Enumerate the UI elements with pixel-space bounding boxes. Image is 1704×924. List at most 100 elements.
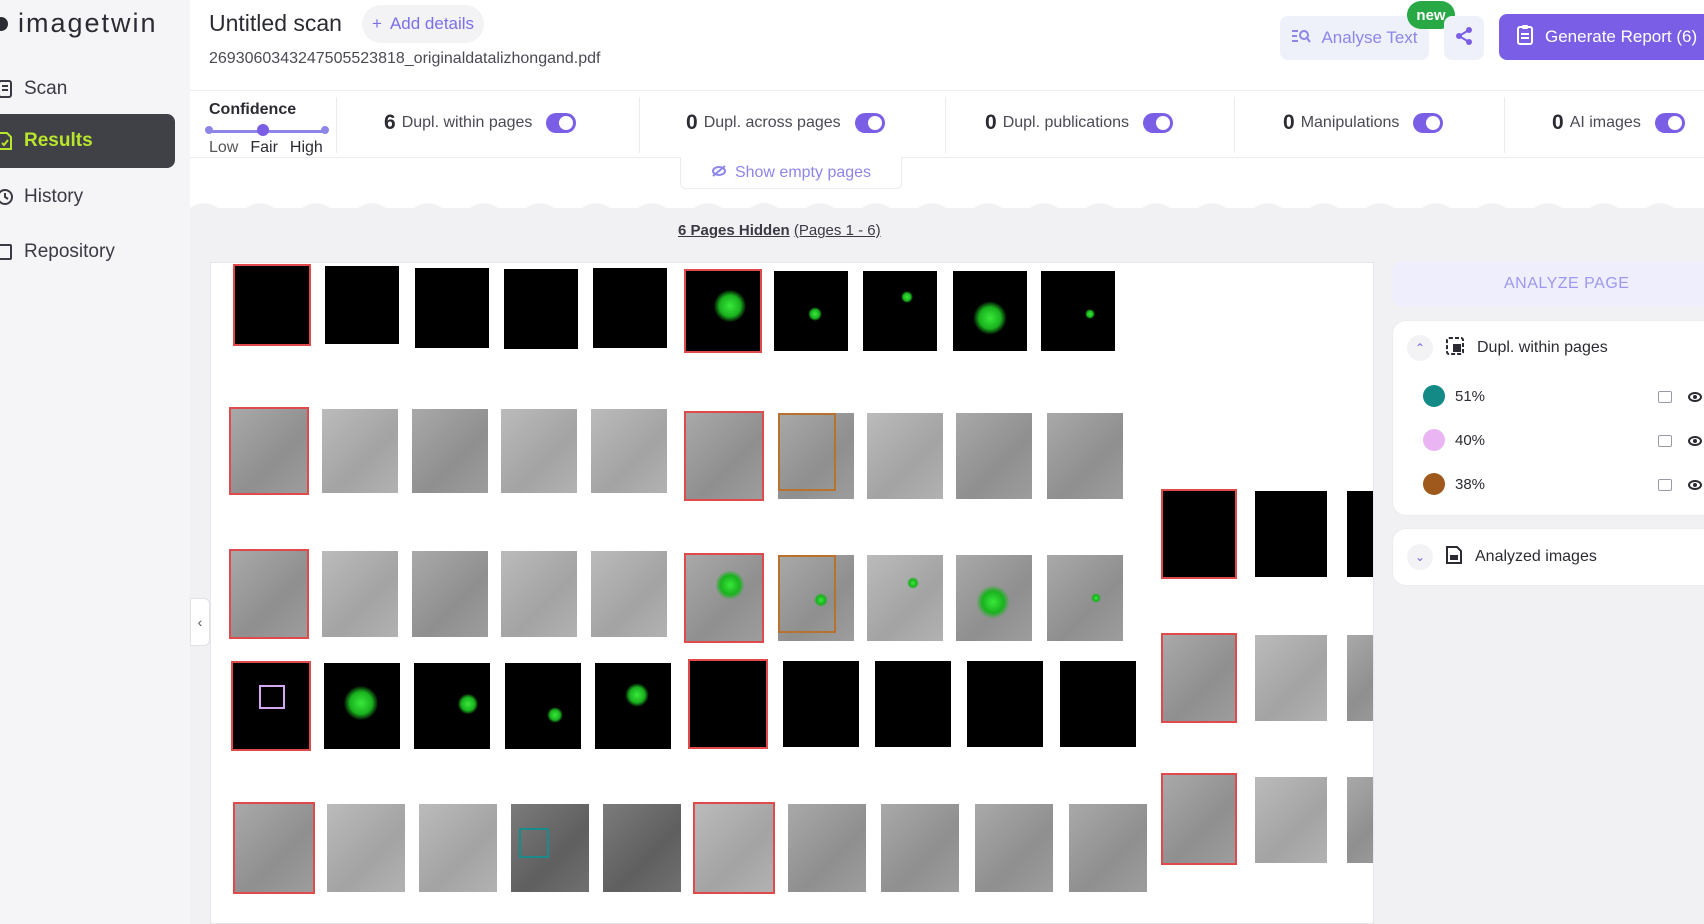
image-thumbnail[interactable] (229, 407, 309, 495)
match-row[interactable]: 51% (1423, 385, 1485, 407)
show-empty-pages-button[interactable]: Show empty pages (680, 157, 902, 189)
image-thumbnail[interactable] (1347, 491, 1373, 577)
dupl-across-pages-toggle[interactable] (854, 113, 885, 133)
duplicate-match-region[interactable] (778, 413, 836, 491)
analyzed-images-header[interactable]: ⌄ Analyzed images (1407, 544, 1597, 570)
image-thumbnail[interactable] (967, 661, 1043, 747)
image-thumbnail[interactable] (1255, 491, 1327, 577)
image-thumbnail[interactable] (875, 661, 951, 747)
analyse-text-button[interactable]: Analyse Text (1280, 16, 1429, 60)
image-thumbnail[interactable] (956, 413, 1032, 499)
image-thumbnail[interactable] (684, 553, 764, 643)
image-thumbnail[interactable] (778, 413, 854, 499)
match-row[interactable]: 38% (1423, 473, 1485, 495)
image-thumbnail[interactable] (975, 804, 1053, 892)
image-thumbnail[interactable] (693, 802, 775, 894)
duplicate-match-region[interactable] (259, 685, 285, 709)
image-thumbnail[interactable] (1060, 661, 1136, 747)
image-thumbnail[interactable] (881, 804, 959, 892)
confidence-stop-high[interactable] (321, 126, 329, 134)
analyzed-images-panel[interactable]: ⌄ Analyzed images (1392, 528, 1704, 586)
eye-icon[interactable] (1688, 392, 1702, 402)
image-thumbnail[interactable] (322, 409, 398, 493)
image-thumbnail[interactable] (867, 555, 943, 641)
image-thumbnail[interactable] (1347, 635, 1373, 721)
image-thumbnail[interactable] (684, 411, 764, 501)
image-thumbnail[interactable] (501, 551, 577, 637)
image-thumbnail[interactable] (684, 269, 762, 353)
image-thumbnail[interactable] (501, 409, 577, 493)
image-thumbnail[interactable] (231, 661, 311, 751)
image-thumbnail[interactable] (412, 551, 488, 637)
image-thumbnail[interactable] (229, 549, 309, 639)
sidebar-item-scan[interactable]: Scan (0, 62, 175, 116)
confidence-level-high[interactable]: High (290, 139, 323, 157)
image-thumbnail[interactable] (863, 271, 937, 351)
image-thumbnail[interactable] (591, 409, 667, 493)
image-thumbnail[interactable] (415, 268, 489, 348)
image-thumbnail[interactable] (1161, 633, 1237, 723)
add-details-button[interactable]: + Add details (362, 5, 485, 43)
analyze-page-button[interactable]: ANALYZE PAGE (1392, 262, 1704, 306)
comment-icon[interactable] (1658, 435, 1672, 447)
image-thumbnail[interactable] (1255, 635, 1327, 721)
image-thumbnail[interactable] (867, 413, 943, 499)
image-thumbnail[interactable] (774, 271, 848, 351)
image-thumbnail[interactable] (778, 555, 854, 641)
confidence-stop-low[interactable] (205, 126, 213, 134)
sidebar-item-repository[interactable]: Repository (0, 225, 175, 279)
image-thumbnail[interactable] (233, 802, 315, 894)
image-thumbnail[interactable] (595, 663, 671, 749)
generate-report-button[interactable]: Generate Report (6) (1499, 14, 1704, 60)
app-logo[interactable]: imagetwin (0, 8, 158, 39)
dupl-publications-toggle[interactable] (1142, 113, 1173, 133)
image-thumbnail[interactable] (511, 804, 589, 892)
image-thumbnail[interactable] (783, 661, 859, 747)
eye-icon[interactable] (1688, 436, 1702, 446)
image-thumbnail[interactable] (1047, 413, 1123, 499)
ai-images-toggle[interactable] (1654, 113, 1685, 133)
duplicate-match-region[interactable] (519, 828, 549, 858)
image-thumbnail[interactable] (419, 804, 497, 892)
image-thumbnail[interactable] (1347, 777, 1373, 863)
dupl-within-pages-header[interactable]: ⌃ Dupl. within pages (1407, 335, 1608, 361)
image-thumbnail[interactable] (1255, 777, 1327, 863)
image-thumbnail[interactable] (504, 269, 578, 349)
image-thumbnail[interactable] (1161, 489, 1237, 579)
duplicate-match-region[interactable] (778, 555, 836, 633)
image-thumbnail[interactable] (688, 659, 768, 749)
image-thumbnail[interactable] (1161, 773, 1237, 865)
match-row[interactable]: 40% (1423, 429, 1485, 451)
chevron-up-icon[interactable]: ⌃ (1407, 335, 1433, 361)
hidden-pages-link[interactable]: 6 Pages Hidden (Pages 1 - 6) (678, 222, 881, 239)
confidence-slider-knob[interactable] (257, 124, 269, 136)
image-thumbnail[interactable] (414, 663, 490, 749)
image-thumbnail[interactable] (788, 804, 866, 892)
image-thumbnail[interactable] (322, 551, 398, 637)
sidebar-item-history[interactable]: History (0, 170, 175, 224)
confidence-level-low[interactable]: Low (209, 139, 238, 157)
sidebar-item-results[interactable]: Results (0, 114, 175, 168)
eye-icon[interactable] (1688, 480, 1702, 490)
image-thumbnail[interactable] (324, 663, 400, 749)
image-thumbnail[interactable] (956, 555, 1032, 641)
collapse-sidebar-button[interactable]: ‹ (190, 598, 210, 646)
chevron-down-icon[interactable]: ⌄ (1407, 544, 1433, 570)
image-thumbnail[interactable] (327, 804, 405, 892)
image-thumbnail[interactable] (1041, 271, 1115, 351)
image-thumbnail[interactable] (953, 271, 1027, 351)
image-thumbnail[interactable] (325, 266, 399, 344)
dupl-within-pages-toggle[interactable] (546, 113, 577, 133)
image-thumbnail[interactable] (505, 663, 581, 749)
image-thumbnail[interactable] (593, 268, 667, 348)
image-thumbnail[interactable] (412, 409, 488, 493)
page-canvas[interactable] (210, 262, 1374, 924)
manipulations-toggle[interactable] (1413, 113, 1444, 133)
image-thumbnail[interactable] (233, 264, 311, 346)
share-button[interactable] (1444, 16, 1484, 60)
comment-icon[interactable] (1658, 479, 1672, 491)
image-thumbnail[interactable] (591, 551, 667, 637)
image-thumbnail[interactable] (1069, 804, 1147, 892)
comment-icon[interactable] (1658, 391, 1672, 403)
confidence-level-fair[interactable]: Fair (250, 139, 278, 157)
